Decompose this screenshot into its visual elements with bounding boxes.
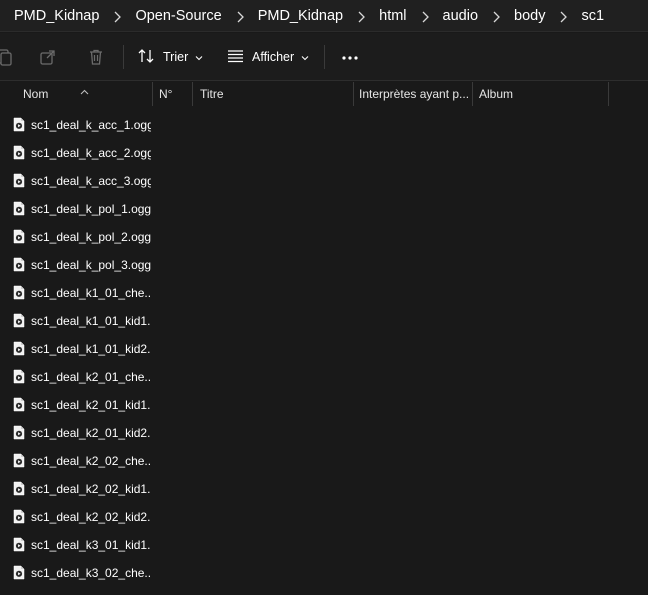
audio-file-icon — [13, 537, 25, 552]
file-name: sc1_deal_k_acc_3.ogg — [31, 174, 151, 188]
audio-file-icon — [13, 173, 25, 188]
column-header-row: Nom N° Titre Interprètes ayant p... Albu… — [0, 82, 648, 106]
toolbar-divider — [324, 45, 325, 69]
audio-file-icon — [13, 369, 25, 384]
file-name: sc1_deal_k3_01_kid1... — [31, 538, 151, 552]
breadcrumb-item[interactable]: PMD_Kidnap — [14, 8, 99, 24]
file-row[interactable]: sc1_deal_k_acc_3.ogg — [0, 167, 648, 195]
column-header-title[interactable]: Titre — [200, 82, 350, 106]
file-row[interactable]: sc1_deal_k2_02_kid1... — [0, 475, 648, 503]
chevron-right-icon[interactable] — [343, 8, 379, 23]
column-header-number[interactable]: N° — [159, 82, 191, 106]
file-name: sc1_deal_k_pol_3.ogg — [31, 258, 151, 272]
breadcrumb-item[interactable]: PMD_Kidnap — [258, 8, 343, 24]
breadcrumb-item[interactable]: html — [379, 8, 406, 24]
view-button[interactable]: Afficher — [227, 43, 309, 71]
column-header-artists[interactable]: Interprètes ayant p... — [359, 82, 471, 106]
audio-file-icon — [13, 257, 25, 272]
column-header-album[interactable]: Album — [479, 82, 607, 106]
audio-file-icon — [13, 425, 25, 440]
breadcrumb-item[interactable]: body — [514, 8, 545, 24]
audio-file-icon — [13, 481, 25, 496]
file-name: sc1_deal_k1_01_kid1... — [31, 314, 151, 328]
file-row[interactable]: sc1_deal_k3_01_kid1... — [0, 531, 648, 559]
file-name: sc1_deal_k3_02_che... — [31, 566, 151, 580]
audio-file-icon — [13, 145, 25, 160]
more-options-button[interactable] — [341, 43, 359, 71]
file-row[interactable]: sc1_deal_k_pol_3.ogg — [0, 251, 648, 279]
chevron-right-icon[interactable] — [545, 8, 581, 23]
file-row[interactable]: sc1_deal_k2_01_kid1... — [0, 391, 648, 419]
breadcrumb: PMD_Kidnap Open-Source PMD_Kidnap html a… — [0, 0, 648, 32]
file-row[interactable]: sc1_deal_k_acc_2.ogg — [0, 139, 648, 167]
command-bar: Trier Afficher — [0, 33, 648, 81]
column-resize-handle[interactable] — [192, 82, 193, 106]
file-row[interactable]: sc1_deal_k1_01_kid1... — [0, 307, 648, 335]
sort-icon — [138, 48, 155, 67]
chevron-right-icon[interactable] — [407, 8, 443, 23]
view-icon — [227, 49, 244, 66]
file-name: sc1_deal_k2_02_kid1... — [31, 482, 151, 496]
breadcrumb-item[interactable]: Open-Source — [135, 8, 221, 24]
copy-icon[interactable] — [0, 47, 14, 67]
chevron-right-icon[interactable] — [222, 8, 258, 23]
delete-icon[interactable] — [86, 47, 106, 67]
file-name: sc1_deal_k_pol_1.ogg — [31, 202, 151, 216]
column-resize-handle[interactable] — [608, 82, 609, 106]
file-row[interactable]: sc1_deal_k_pol_2.ogg — [0, 223, 648, 251]
sort-button[interactable]: Trier — [138, 43, 203, 71]
file-row[interactable]: sc1_deal_k_acc_1.ogg — [0, 111, 648, 139]
audio-file-icon — [13, 285, 25, 300]
audio-file-icon — [13, 341, 25, 356]
file-row[interactable]: sc1_deal_k_pol_1.ogg — [0, 195, 648, 223]
file-name: sc1_deal_k1_01_kid2... — [31, 342, 151, 356]
chevron-down-icon — [195, 50, 203, 64]
audio-file-icon — [13, 117, 25, 132]
view-label: Afficher — [252, 50, 295, 64]
file-name: sc1_deal_k_pol_2.ogg — [31, 230, 151, 244]
file-name: sc1_deal_k_acc_2.ogg — [31, 146, 151, 160]
sort-label: Trier — [163, 50, 189, 64]
file-list: sc1_deal_k_acc_1.ogg sc1_deal_k_acc_2.ogg… — [0, 111, 648, 587]
file-row[interactable]: sc1_deal_k2_01_che... — [0, 363, 648, 391]
share-icon[interactable] — [38, 47, 58, 67]
file-row[interactable]: sc1_deal_k2_02_che... — [0, 447, 648, 475]
chevron-down-icon — [301, 50, 309, 64]
file-name: sc1_deal_k2_02_che... — [31, 454, 151, 468]
audio-file-icon — [13, 397, 25, 412]
breadcrumb-item-current[interactable]: sc1 — [581, 8, 604, 24]
file-row[interactable]: sc1_deal_k1_01_che... — [0, 279, 648, 307]
audio-file-icon — [13, 509, 25, 524]
file-name: sc1_deal_k1_01_che... — [31, 286, 151, 300]
column-resize-handle[interactable] — [353, 82, 354, 106]
column-resize-handle[interactable] — [472, 82, 473, 106]
file-row[interactable]: sc1_deal_k2_01_kid2... — [0, 419, 648, 447]
breadcrumb-item[interactable]: audio — [443, 8, 478, 24]
toolbar-divider — [123, 45, 124, 69]
file-name: sc1_deal_k2_01_kid2... — [31, 426, 151, 440]
column-resize-handle[interactable] — [152, 82, 153, 106]
column-header-name[interactable]: Nom — [23, 82, 149, 106]
audio-file-icon — [13, 229, 25, 244]
file-row[interactable]: sc1_deal_k2_02_kid2... — [0, 503, 648, 531]
audio-file-icon — [13, 565, 25, 580]
audio-file-icon — [13, 201, 25, 216]
chevron-right-icon[interactable] — [478, 8, 514, 23]
file-name: sc1_deal_k2_01_kid1... — [31, 398, 151, 412]
audio-file-icon — [13, 453, 25, 468]
chevron-right-icon[interactable] — [99, 8, 135, 23]
audio-file-icon — [13, 313, 25, 328]
file-row[interactable]: sc1_deal_k3_02_che... — [0, 559, 648, 587]
file-row[interactable]: sc1_deal_k1_01_kid2... — [0, 335, 648, 363]
file-name: sc1_deal_k2_01_che... — [31, 370, 151, 384]
file-name: sc1_deal_k_acc_1.ogg — [31, 118, 151, 132]
file-explorer-window: PMD_Kidnap Open-Source PMD_Kidnap html a… — [0, 0, 648, 595]
more-icon — [341, 50, 359, 64]
file-name: sc1_deal_k2_02_kid2... — [31, 510, 151, 524]
